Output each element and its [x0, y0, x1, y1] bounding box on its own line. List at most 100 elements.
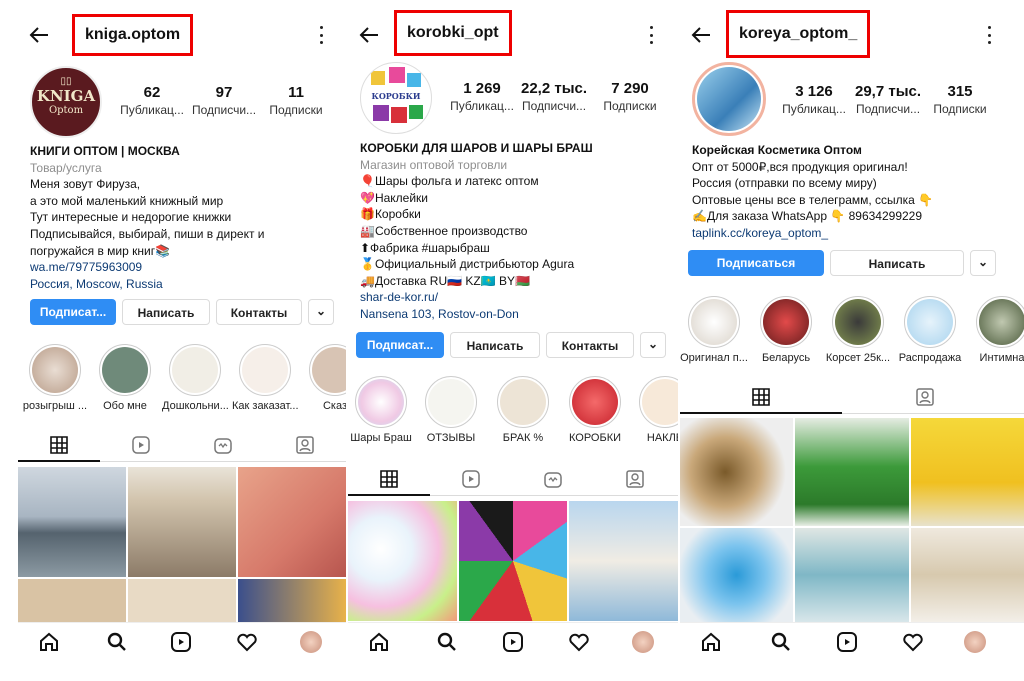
bio-link[interactable]: shar-de-kor.ru/ [360, 289, 593, 306]
avatar[interactable] [692, 62, 766, 136]
highlight[interactable]: Корсет 25к... [824, 296, 892, 364]
stat-followers[interactable]: 97 Подписчи... [188, 84, 260, 118]
username: korobki_opt [394, 10, 512, 56]
back-arrow-icon[interactable] [28, 24, 50, 46]
stat-label: Подписчи... [855, 102, 921, 116]
post-thumbnail[interactable] [18, 467, 126, 577]
bio: КНИГИ ОПТОМ | МОСКВА Товар/услуга Меня з… [30, 143, 265, 292]
heart-icon[interactable] [568, 631, 590, 653]
search-icon[interactable] [770, 631, 792, 653]
contacts-button[interactable]: Контакты [216, 299, 302, 325]
post-thumbnail[interactable] [910, 528, 1024, 622]
post-thumbnail[interactable] [680, 418, 794, 526]
post-thumbnail[interactable] [128, 467, 236, 577]
highlight[interactable]: Распродажа [896, 296, 964, 364]
bio-name: Корейская Косметика Оптом [692, 143, 862, 157]
heart-icon[interactable] [236, 631, 258, 653]
follow-button[interactable]: Подписат... [356, 332, 444, 358]
bio: КОРОБКИ ДЛЯ ШАРОВ И ШАРЫ БРАШ Магазин оп… [360, 140, 593, 323]
grid-icon[interactable] [380, 470, 398, 488]
tagged-icon[interactable] [296, 436, 314, 454]
stat-value: 315 [947, 83, 973, 100]
highlight[interactable]: Интимна [968, 296, 1024, 364]
stat-label: Подписчи... [191, 103, 257, 117]
profile-avatar-icon[interactable] [964, 631, 986, 653]
reels-icon[interactable] [836, 631, 858, 653]
avatar[interactable]: ▯▯ KNIGA Optom [30, 66, 102, 138]
stat-posts[interactable]: 62 Публикац... [116, 84, 188, 118]
highlight[interactable]: Дошкольни... [162, 344, 229, 412]
message-button[interactable]: Написать [830, 250, 964, 276]
bio-category: Товар/услуга [30, 160, 102, 175]
reels-icon[interactable] [132, 436, 150, 454]
search-icon[interactable] [106, 631, 128, 653]
chevron-down-icon[interactable]: ⌄ [970, 250, 996, 276]
message-button[interactable]: Написать [450, 332, 540, 358]
profile-avatar-icon[interactable] [632, 631, 654, 653]
chevron-down-icon[interactable]: ⌄ [640, 332, 666, 358]
bio-line: ✍Для заказа WhatsApp 👇 89634299229 [692, 209, 923, 224]
reels-icon[interactable] [462, 470, 480, 488]
follow-button[interactable]: Подписаться [688, 250, 824, 276]
chevron-down-icon[interactable]: ⌄ [308, 299, 334, 325]
more-vertical-icon[interactable] [648, 26, 654, 44]
avatar-logo-text: КОРОБКИ [371, 91, 421, 101]
post-thumbnail[interactable] [348, 501, 457, 621]
more-vertical-icon[interactable] [986, 26, 992, 44]
profile-header: korobki_opt [358, 10, 678, 56]
highlight[interactable]: НАКЛЕ [632, 376, 678, 444]
back-arrow-icon[interactable] [358, 24, 380, 46]
profile-avatar-icon[interactable] [300, 631, 322, 653]
post-thumbnail[interactable] [910, 418, 1024, 526]
home-icon[interactable] [700, 631, 722, 653]
highlight[interactable]: КОРОБКИ [562, 376, 628, 444]
stat-following[interactable]: 315 Подписки [924, 83, 996, 117]
highlight[interactable]: Беларусь [752, 296, 820, 364]
bottom-nav [348, 622, 678, 660]
bio-link[interactable]: wa.me/79775963009 [30, 259, 265, 276]
post-thumbnail[interactable] [458, 501, 568, 621]
bio-link[interactable]: taplink.cc/koreya_optom_ [692, 225, 933, 242]
highlight[interactable]: Оригинал п... [680, 296, 748, 364]
home-icon[interactable] [38, 631, 60, 653]
stat-following[interactable]: 7 290 Подписки [594, 80, 666, 114]
back-arrow-icon[interactable] [690, 24, 712, 46]
post-thumbnail[interactable] [238, 467, 346, 577]
highlight[interactable]: БРАК % [490, 376, 556, 444]
post-thumbnail[interactable] [795, 528, 909, 622]
tagged-icon[interactable] [626, 470, 644, 488]
heart-icon[interactable] [902, 631, 924, 653]
bio-location[interactable]: Россия, Moscow, Russia [30, 276, 265, 293]
igtv-icon[interactable] [544, 470, 562, 488]
highlight-label: Оригинал п... [680, 352, 748, 364]
contacts-button[interactable]: Контакты [546, 332, 634, 358]
stat-followers[interactable]: 29,7 тыс. Подписчи... [850, 83, 926, 117]
highlight[interactable]: Шары Браш [348, 376, 414, 444]
stat-followers[interactable]: 22,2 тыс. Подписчи... [518, 80, 590, 114]
highlight-label: НАКЛЕ [646, 432, 678, 444]
highlight[interactable]: Обо мне [92, 344, 158, 412]
post-thumbnail[interactable] [680, 528, 794, 622]
reels-icon[interactable] [502, 631, 524, 653]
bio-location[interactable]: Nansena 103, Rostov-on-Don [360, 306, 593, 323]
grid-icon[interactable] [752, 388, 770, 406]
stat-posts[interactable]: 1 269 Публикац... [446, 80, 518, 114]
stat-posts[interactable]: 3 126 Публикац... [778, 83, 850, 117]
grid-icon[interactable] [50, 436, 68, 454]
tagged-icon[interactable] [916, 388, 934, 406]
follow-button[interactable]: Подписат... [30, 299, 116, 325]
post-thumbnail[interactable] [795, 418, 909, 526]
stat-following[interactable]: 11 Подписки [260, 84, 332, 118]
search-icon[interactable] [436, 631, 458, 653]
more-vertical-icon[interactable] [318, 26, 324, 44]
highlight[interactable]: Как заказат... [232, 344, 299, 412]
highlight[interactable]: розыгрыш ... [22, 344, 88, 412]
highlight[interactable]: ОТЗЫВЫ [418, 376, 484, 444]
message-button[interactable]: Написать [122, 299, 210, 325]
avatar[interactable]: КОРОБКИ [360, 62, 432, 134]
igtv-icon[interactable] [214, 436, 232, 454]
home-icon[interactable] [368, 631, 390, 653]
reels-icon[interactable] [170, 631, 192, 653]
post-thumbnail[interactable] [569, 501, 678, 621]
highlight[interactable]: Сказ [302, 344, 346, 412]
